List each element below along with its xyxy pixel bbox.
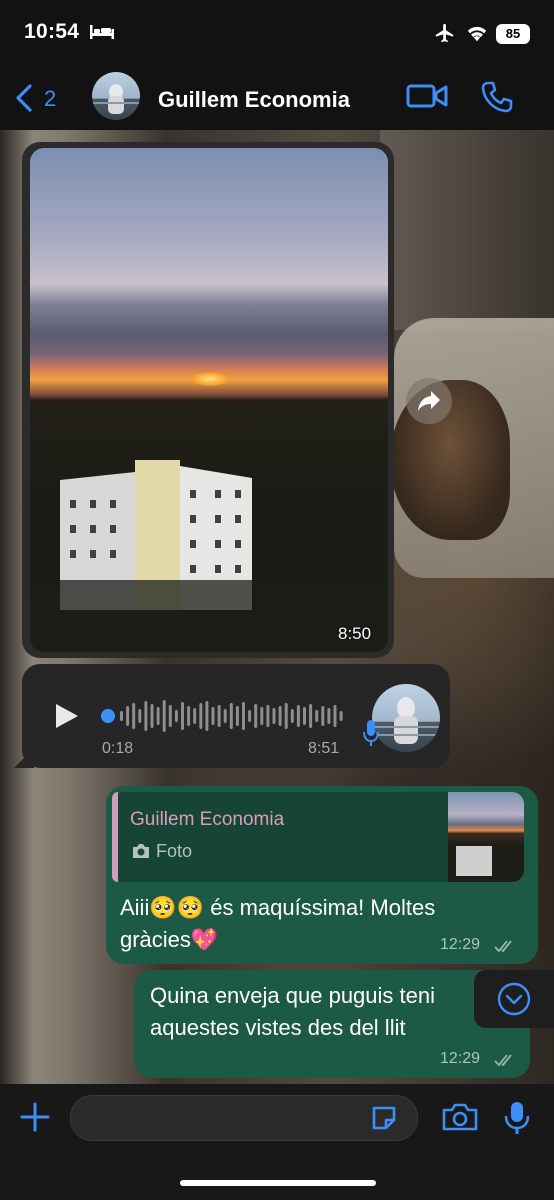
scroll-to-bottom-button[interactable]	[474, 970, 554, 1028]
quote-media-type: Foto	[156, 841, 193, 861]
mic-icon	[363, 720, 379, 746]
back-unread-count[interactable]: 2	[44, 86, 56, 112]
double-check-icon	[494, 940, 512, 953]
phone-icon[interactable]	[480, 80, 514, 114]
double-check-icon	[494, 1054, 512, 1067]
wifi-icon	[467, 26, 487, 42]
message-text: Quina enveja que puguis teni aquestes vi…	[150, 983, 435, 1040]
message-timestamp: 12:29	[440, 1050, 481, 1067]
status-time: 10:54	[24, 20, 80, 43]
wallpaper-curtain	[380, 130, 554, 330]
voice-duration: 0:18	[102, 740, 134, 757]
voice-waveform[interactable]	[100, 696, 346, 736]
battery-level: 85	[496, 24, 530, 44]
forward-button[interactable]	[406, 378, 452, 424]
quote-accent-bar	[112, 792, 118, 882]
airplane-icon	[435, 23, 454, 43]
forward-icon	[418, 391, 440, 411]
home-indicator	[180, 1180, 376, 1186]
photo-building	[60, 460, 252, 610]
back-chevron-icon[interactable]	[12, 84, 36, 112]
plus-icon[interactable]	[20, 1102, 50, 1132]
photo-sun	[190, 372, 230, 386]
contact-name[interactable]: Guillem Economia	[158, 87, 350, 113]
voice-timestamp: 8:51	[308, 740, 340, 757]
camera-icon[interactable]	[442, 1102, 478, 1132]
video-icon[interactable]	[406, 80, 448, 112]
photo-timestamp: 8:50	[338, 624, 372, 643]
message-timestamp: 12:29	[440, 936, 481, 953]
voice-sender-avatar	[372, 684, 440, 752]
quote-author: Guillem Economia	[130, 809, 285, 830]
sticker-icon[interactable]	[370, 1104, 398, 1132]
mic-icon[interactable]	[504, 1100, 530, 1136]
message-input[interactable]	[70, 1095, 418, 1141]
quote-thumbnail-building	[456, 846, 492, 876]
play-icon[interactable]	[52, 702, 80, 730]
camera-icon	[133, 844, 149, 858]
bed-icon	[90, 25, 114, 39]
chevron-down-icon	[497, 982, 531, 1016]
avatar[interactable]	[92, 72, 140, 120]
